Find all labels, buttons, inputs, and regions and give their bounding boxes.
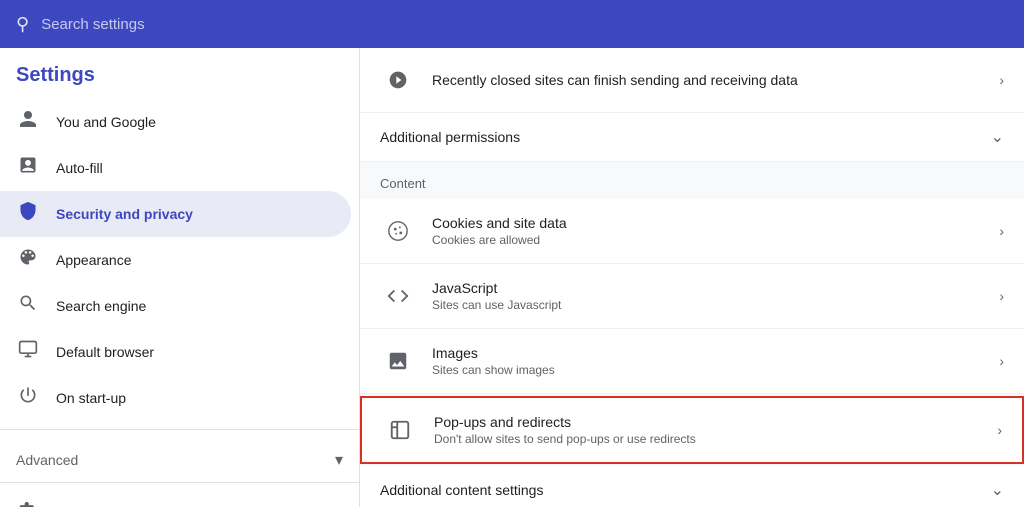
- cookies-arrow: ›: [999, 223, 1004, 239]
- main-content: Recently closed sites can finish sending…: [360, 48, 1024, 507]
- sidebar-label-on-startup: On start-up: [56, 390, 126, 406]
- default-browser-icon: [16, 339, 40, 365]
- javascript-icon: [380, 278, 416, 314]
- sidebar-label-you-and-google: You and Google: [56, 114, 156, 130]
- sidebar-item-default-browser[interactable]: Default browser: [0, 329, 351, 375]
- images-icon: [380, 343, 416, 379]
- person-icon: [16, 109, 40, 135]
- search-engine-icon: [16, 293, 40, 319]
- javascript-arrow: ›: [999, 288, 1004, 304]
- recently-closed-title: Recently closed sites can finish sending…: [432, 72, 999, 88]
- javascript-row[interactable]: JavaScript Sites can use Javascript ›: [360, 264, 1024, 329]
- popups-title: Pop-ups and redirects: [434, 414, 997, 430]
- sidebar-label-default-browser: Default browser: [56, 344, 154, 360]
- additional-permissions-row[interactable]: Additional permissions ⌄: [360, 113, 1024, 162]
- sidebar-divider: [0, 429, 359, 430]
- startup-icon: [16, 385, 40, 411]
- sidebar-item-security-privacy[interactable]: Security and privacy: [0, 191, 351, 237]
- sidebar-label-appearance: Appearance: [56, 252, 132, 268]
- search-icon: ⚲: [16, 14, 29, 35]
- sidebar-label-security-privacy: Security and privacy: [56, 206, 193, 222]
- appearance-icon: [16, 247, 40, 273]
- recently-closed-text: Recently closed sites can finish sending…: [432, 72, 999, 88]
- sidebar-label-search-engine: Search engine: [56, 298, 146, 314]
- additional-content-settings-arrow: ⌄: [991, 480, 1004, 500]
- header: ⚲: [0, 0, 1024, 48]
- recently-closed-sites-row[interactable]: Recently closed sites can finish sending…: [360, 48, 1024, 113]
- popups-subtitle: Don't allow sites to send pop-ups or use…: [434, 432, 997, 446]
- sidebar-item-appearance[interactable]: Appearance: [0, 237, 351, 283]
- images-text: Images Sites can show images: [432, 345, 999, 377]
- recently-closed-arrow: ›: [999, 72, 1004, 88]
- sidebar-label-autofill: Auto-fill: [56, 160, 103, 176]
- recently-closed-icon: [380, 62, 416, 98]
- cookies-text: Cookies and site data Cookies are allowe…: [432, 215, 999, 247]
- search-input[interactable]: [41, 16, 1008, 33]
- popups-text: Pop-ups and redirects Don't allow sites …: [434, 414, 997, 446]
- extensions-left: Extensions: [16, 501, 124, 507]
- additional-content-settings-row[interactable]: Additional content settings ⌄: [360, 466, 1024, 507]
- popups-row[interactable]: Pop-ups and redirects Don't allow sites …: [360, 396, 1024, 464]
- sidebar-item-autofill[interactable]: Auto-fill: [0, 145, 351, 191]
- cookies-subtitle: Cookies are allowed: [432, 233, 999, 247]
- sidebar: Settings You and Google Auto-fill Securi…: [0, 48, 360, 507]
- cookies-icon: [380, 213, 416, 249]
- javascript-subtitle: Sites can use Javascript: [432, 298, 999, 312]
- javascript-text: JavaScript Sites can use Javascript: [432, 280, 999, 312]
- popups-arrow: ›: [997, 422, 1002, 438]
- sidebar-advanced-label: Advanced: [16, 452, 78, 468]
- images-subtitle: Sites can show images: [432, 363, 999, 377]
- sidebar-item-search-engine[interactable]: Search engine: [0, 283, 351, 329]
- images-title: Images: [432, 345, 999, 361]
- sidebar-divider-2: [0, 482, 359, 483]
- additional-permissions-arrow: ⌄: [991, 127, 1004, 147]
- content-section-header: Content: [360, 162, 1024, 199]
- sidebar-section-advanced[interactable]: Advanced ▾: [0, 438, 359, 474]
- additional-content-settings-label: Additional content settings: [380, 482, 543, 498]
- advanced-arrow-icon: ▾: [335, 450, 343, 470]
- sidebar-title: Settings: [0, 56, 359, 99]
- popups-icon: [382, 412, 418, 448]
- cookies-row[interactable]: Cookies and site data Cookies are allowe…: [360, 199, 1024, 264]
- additional-permissions-label: Additional permissions: [380, 129, 520, 145]
- sidebar-item-on-startup[interactable]: On start-up: [0, 375, 351, 421]
- sidebar-item-you-and-google[interactable]: You and Google: [0, 99, 351, 145]
- images-row[interactable]: Images Sites can show images ›: [360, 329, 1024, 394]
- sidebar-item-extensions[interactable]: Extensions ❐: [0, 491, 359, 507]
- cookies-title: Cookies and site data: [432, 215, 999, 231]
- extensions-icon: [16, 501, 40, 507]
- shield-icon: [16, 201, 40, 227]
- autofill-icon: [16, 155, 40, 181]
- javascript-title: JavaScript: [432, 280, 999, 296]
- main-layout: Settings You and Google Auto-fill Securi…: [0, 48, 1024, 507]
- images-arrow: ›: [999, 353, 1004, 369]
